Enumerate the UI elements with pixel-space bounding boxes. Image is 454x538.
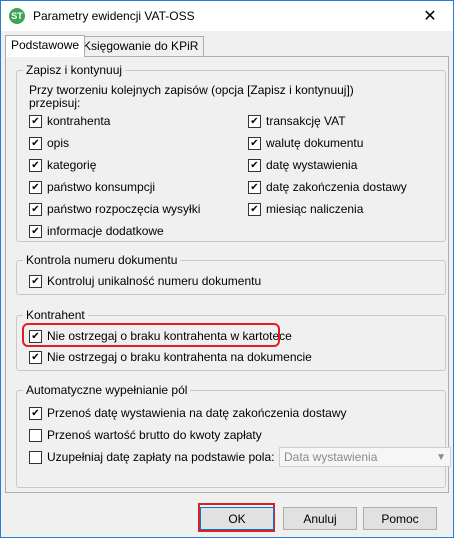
checkbox-opis[interactable]: opis (29, 135, 69, 151)
checkbox-box[interactable] (248, 158, 261, 172)
chevron-down-icon: ▼ (436, 451, 446, 463)
group-zapisz-i-kontynuuj: Zapisz i kontynuuj Przy tworzeniu kolejn… (16, 63, 446, 242)
date-source-combo[interactable]: Data wystawienia ▼ (279, 447, 451, 467)
checkbox-box[interactable] (29, 114, 42, 128)
checkbox-miesiac-naliczenia[interactable]: miesiąc naliczenia (248, 201, 363, 217)
group-legend: Kontrahent (23, 308, 88, 322)
highlight-frame (22, 323, 280, 347)
checkbox-box[interactable] (29, 136, 42, 150)
checkbox-box[interactable] (29, 180, 42, 194)
checkbox-kontrahenta[interactable]: kontrahenta (29, 113, 110, 129)
checkbox-box[interactable] (29, 428, 42, 442)
title-bar[interactable]: ST Parametry ewidencji VAT-OSS ✕ (1, 1, 453, 31)
checkbox-box[interactable] (29, 406, 42, 420)
dialog-window: ST Parametry ewidencji VAT-OSS ✕ Podstaw… (0, 0, 454, 538)
checkbox-przenos-wartosc[interactable]: Przenoś wartość brutto do kwoty zapłaty (29, 427, 262, 443)
group-automatyczne-wypelnianie: Automatyczne wypełnianie pól Przenoś dat… (16, 383, 451, 488)
checkbox-box[interactable] (248, 202, 261, 216)
checkbox-box[interactable] (248, 114, 261, 128)
cancel-button[interactable]: Anuluj (283, 507, 357, 530)
window-title: Parametry ewidencji VAT-OSS (33, 9, 195, 23)
checkbox-panstwo-konsumpcji[interactable]: państwo konsumpcji (29, 179, 155, 195)
checkbox-box[interactable] (248, 136, 261, 150)
checkbox-box[interactable] (29, 450, 42, 464)
checkbox-uzupelniaj-date[interactable]: Uzupełniaj datę zapłaty na podstawie pol… (29, 449, 274, 465)
checkbox-kontroluj-unikalnosc[interactable]: Kontroluj unikalność numeru dokumentu (29, 273, 261, 289)
tab-ksiegowanie[interactable]: Księgowanie do KPiR (77, 36, 205, 56)
checkbox-box[interactable] (29, 202, 42, 216)
checkbox-nie-ostrzegaj-dokument[interactable]: Nie ostrzegaj o braku kontrahenta na dok… (29, 349, 312, 365)
checkbox-box[interactable] (29, 158, 42, 172)
app-icon: ST (9, 8, 25, 24)
group-legend: Zapisz i kontynuuj (23, 63, 126, 77)
combo-value: Data wystawienia (284, 450, 378, 464)
checkbox-box[interactable] (29, 224, 42, 238)
tab-podstawowe[interactable]: Podstawowe (5, 35, 86, 57)
close-icon: ✕ (423, 8, 437, 25)
group-description: Przy tworzeniu kolejnych zapisów (opcja … (29, 83, 354, 110)
checkbox-kategorie[interactable]: kategorię (29, 157, 96, 173)
group-legend: Automatyczne wypełnianie pól (23, 383, 191, 397)
checkbox-box[interactable] (248, 180, 261, 194)
checkbox-transakcje-vat[interactable]: transakcję VAT (248, 113, 346, 129)
checkbox-przenos-date[interactable]: Przenoś datę wystawienia na datę zakończ… (29, 405, 347, 421)
tab-panel-podstawowe: Zapisz i kontynuuj Przy tworzeniu kolejn… (5, 56, 451, 493)
checkbox-walute-dokumentu[interactable]: walutę dokumentu (248, 135, 363, 151)
help-button[interactable]: Pomoc (363, 507, 437, 530)
checkbox-box[interactable] (29, 274, 42, 288)
ok-button[interactable]: OK (200, 507, 274, 530)
checkbox-informacje-dodatkowe[interactable]: informacje dodatkowe (29, 223, 164, 239)
group-legend: Kontrola numeru dokumentu (23, 253, 181, 267)
group-kontrola-numeru: Kontrola numeru dokumentu Kontroluj unik… (16, 253, 446, 295)
close-button[interactable]: ✕ (407, 1, 453, 31)
checkbox-date-zakonczenia[interactable]: datę zakończenia dostawy (248, 179, 407, 195)
checkbox-date-wystawienia[interactable]: datę wystawienia (248, 157, 357, 173)
checkbox-box[interactable] (29, 350, 42, 364)
checkbox-panstwo-rozpoczecia[interactable]: państwo rozpoczęcia wysyłki (29, 201, 200, 217)
